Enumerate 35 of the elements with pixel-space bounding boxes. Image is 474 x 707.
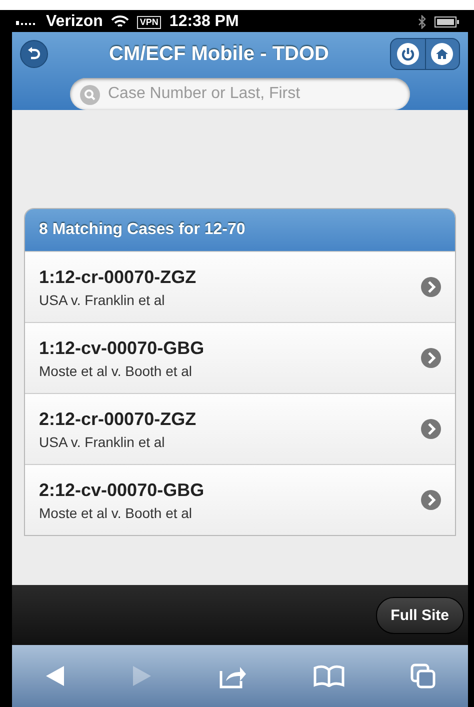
- bluetooth-icon: [418, 15, 426, 29]
- vpn-badge: VPN: [136, 16, 162, 28]
- case-number: 2:12-cr-00070-ZGZ: [39, 408, 198, 430]
- case-parties: USA v. Franklin et al: [39, 434, 166, 450]
- tabs-icon: [410, 663, 436, 689]
- forward-icon: [131, 664, 154, 688]
- case-parties: Moste et al v. Booth et al: [39, 504, 194, 520]
- back-button[interactable]: [20, 40, 48, 68]
- chevron-icon: [421, 419, 441, 439]
- case-number: 1:12-cv-00070-GBG: [39, 338, 206, 358]
- case-number: 1:12-cr-00070-ZGZ: [39, 266, 198, 288]
- battery-icon: [434, 16, 460, 28]
- case-list-item[interactable]: 2:12-cv-00070-GBG Moste et al v. Booth et al: [25, 464, 455, 535]
- carrier-name: Verizon: [46, 13, 103, 31]
- case-list-item[interactable]: 1:12-cv-00070-GBG Moste et al v. Booth et al: [25, 322, 455, 393]
- clock-time: 12:38 PM: [169, 13, 239, 31]
- case-parties: USA v. Franklin et al: [39, 292, 166, 308]
- book-icon: [312, 665, 345, 687]
- signal-icon: [16, 19, 38, 25]
- chevron-icon: [421, 348, 441, 368]
- undo-icon: [27, 47, 41, 61]
- home-icon: [436, 48, 448, 60]
- results-heading: 8 Matching Cases for 12-70: [25, 209, 455, 251]
- page-title: CM/ECF Mobile - TDOD: [109, 42, 329, 66]
- case-number: 2:12-cv-00070-GBG: [39, 480, 206, 500]
- power-icon: [400, 47, 415, 61]
- chevron-icon: [421, 490, 441, 510]
- case-list-item[interactable]: 2:12-cr-00070-ZGZ USA v. Franklin et al: [25, 393, 455, 464]
- case-list-item[interactable]: 1:12-cr-00070-ZGZ USA v. Franklin et al: [25, 251, 455, 322]
- search-field[interactable]: Case Number or Last, First: [70, 78, 410, 110]
- full-site-button[interactable]: Full Site: [376, 596, 464, 634]
- back-icon: [44, 664, 66, 688]
- chevron-icon: [421, 277, 441, 297]
- case-parties: Moste et al v. Booth et al: [39, 362, 194, 378]
- wifi-icon: [110, 15, 129, 29]
